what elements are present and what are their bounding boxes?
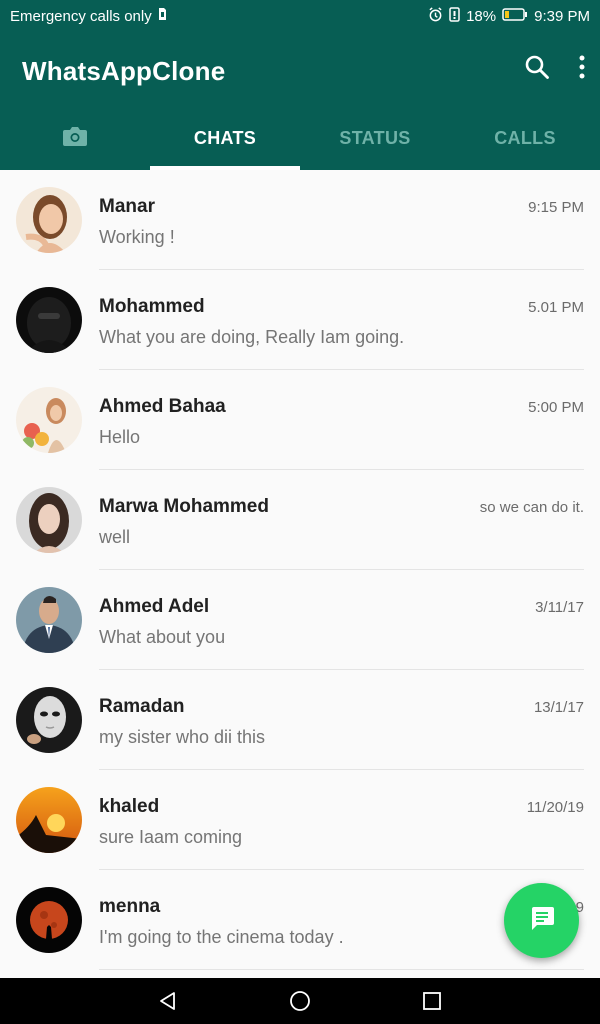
chat-last-message: sure Iaam coming [99,827,243,847]
status-left: Emergency calls only [10,7,167,25]
avatar [16,787,82,853]
avatar [16,687,82,753]
chat-row-marwa-mohammed[interactable]: Marwa Mohammed well so we can do it. [0,470,600,570]
carrier-text: Emergency calls only [10,7,152,25]
avatar [16,287,82,353]
avatar [16,587,82,653]
chat-name: khaled [99,796,160,817]
new-chat-fab[interactable] [504,883,579,958]
home-icon[interactable] [286,987,314,1015]
divider [99,969,584,970]
tab-status[interactable]: STATUS [300,106,450,170]
message-icon [528,904,556,937]
camera-icon [62,125,88,152]
recents-icon[interactable] [418,987,446,1015]
chat-row-mohammed[interactable]: Mohammed What you are doing, Really Iam … [0,270,600,370]
chat-time: 5.01 PM [528,299,584,316]
chat-name: menna [99,896,161,917]
avatar [16,387,82,453]
chat-row-ahmed-adel[interactable]: Ahmed Adel What about you 3/11/17 [0,570,600,670]
chat-name: Manar [99,196,155,217]
chat-row-manar[interactable]: Manar Working ! 9:15 PM [0,170,600,270]
sim-icon [158,7,167,25]
app-bar: WhatsAppClone CHATS STATUS CALLS [0,32,600,170]
data-saver-icon [449,6,460,26]
alarm-icon [428,6,443,26]
chat-last-message: What about you [99,627,226,647]
chat-row-khaled[interactable]: khaled sure Iaam coming 11/20/19 [0,770,600,870]
chat-time: 13/1/17 [533,699,584,716]
chat-name: Mohammed [99,296,205,317]
avatar [16,887,82,953]
avatar [16,487,82,553]
chat-last-message: I'm going to the cinema today . [99,927,344,947]
more-vert-icon[interactable] [578,54,586,85]
chat-last-message: Hello [99,427,141,447]
tab-bar: CHATS STATUS CALLS [0,106,600,170]
chat-row-ahmed-bahaa[interactable]: Ahmed Bahaa Hello 5:00 PM [0,370,600,470]
chat-time: 11/20/19 [526,799,584,816]
battery-icon [502,7,528,25]
search-icon[interactable] [524,54,550,85]
chat-last-message: my sister who dii this [99,727,266,747]
status-bar: Emergency calls only 18% 9:39 PM [0,0,600,32]
app-actions [524,54,586,85]
tab-chats[interactable]: CHATS [150,106,300,170]
chat-time: 3/11/17 [535,599,584,616]
avatar [16,187,82,253]
chat-name: Ahmed Adel [99,596,210,617]
tab-calls[interactable]: CALLS [450,106,600,170]
status-right: 18% 9:39 PM [428,6,590,26]
chat-last-message: What you are doing, Really Iam going. [99,327,405,347]
chat-last-message: well [99,527,131,547]
nav-bar [0,978,600,1024]
chat-row-ramadan[interactable]: Ramadan my sister who dii this 13/1/17 [0,670,600,770]
tab-camera[interactable] [0,106,150,170]
chat-time: so we can do it. [479,499,584,516]
chat-last-message: Working ! [99,227,175,247]
chat-time: 5:00 PM [528,399,584,416]
chat-name: Ramadan [99,696,185,717]
chat-list: Manar Working ! 9:15 PM Mohammed What yo… [0,170,600,978]
chat-name: Ahmed Bahaa [99,396,226,417]
back-icon[interactable] [154,987,182,1015]
chat-time: 9:15 PM [528,199,584,216]
chat-name: Marwa Mohammed [99,496,269,517]
battery-percent: 18% [466,7,497,25]
app-title: WhatsAppClone [22,56,226,86]
status-time: 9:39 PM [534,7,590,25]
